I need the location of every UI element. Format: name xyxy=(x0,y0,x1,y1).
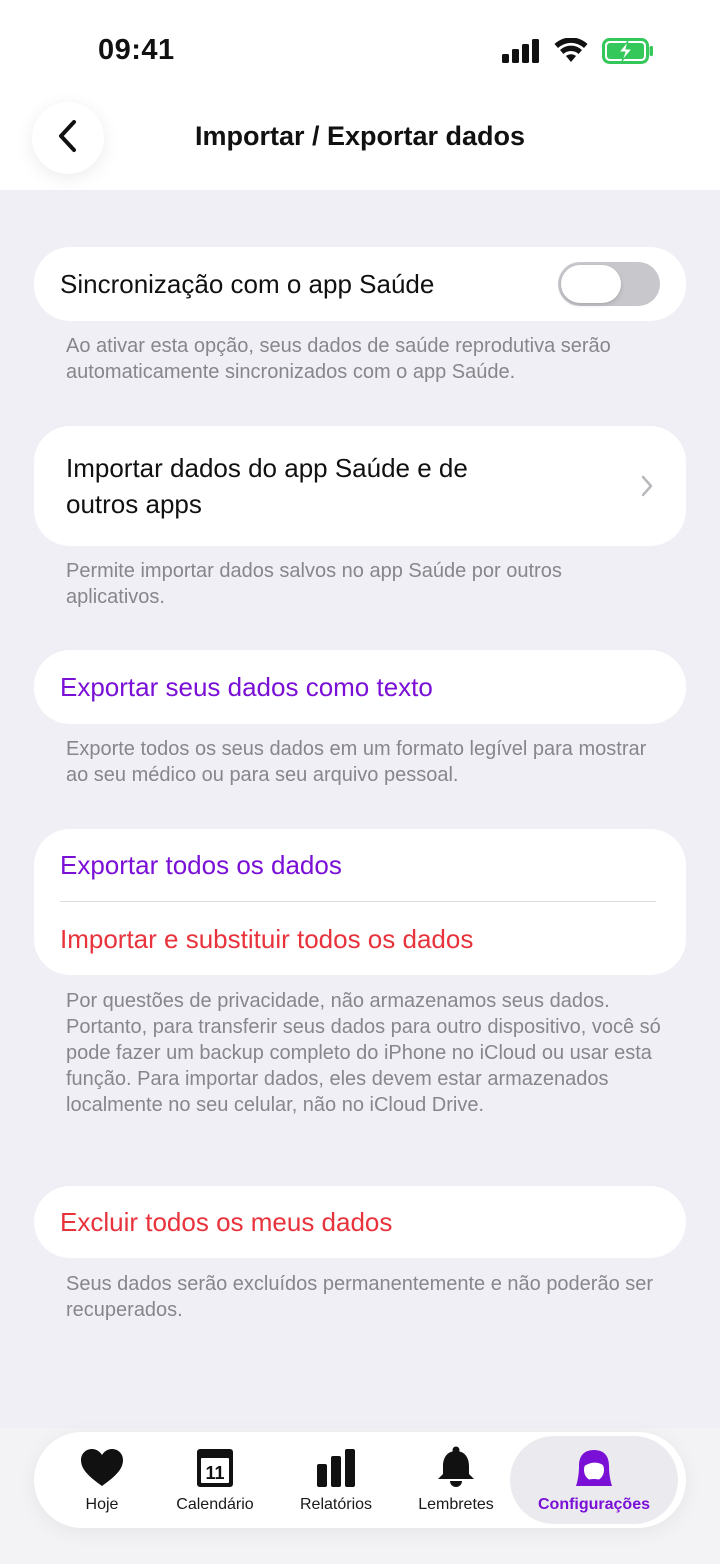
tab-lembretes[interactable]: Lembretes xyxy=(406,1432,506,1528)
import-health-row[interactable]: Importar dados do app Saúde e de outros … xyxy=(34,426,686,546)
tab-hoje[interactable]: Hoje xyxy=(54,1432,150,1528)
heart-icon xyxy=(80,1446,124,1488)
tab-calendario-label: Calendário xyxy=(176,1496,254,1513)
tab-hoje-label: Hoje xyxy=(85,1496,119,1513)
tab-calendario[interactable]: 11 Calendário xyxy=(160,1432,270,1528)
page-title: Importar / Exportar dados xyxy=(194,121,526,151)
import-health-note: Permite importar dados salvos no app Saú… xyxy=(66,560,562,608)
calendar-icon: 11 xyxy=(196,1446,234,1488)
tab-configuracoes[interactable]: Configurações xyxy=(510,1436,678,1524)
export-text-label: Exportar seus dados como texto xyxy=(60,672,433,702)
delete-all-label: Excluir todos os meus dados xyxy=(60,1207,393,1237)
tab-relatorios-label: Relatórios xyxy=(299,1496,373,1513)
tab-bar: Hoje 11 Calendário Relatórios Lembretes … xyxy=(34,1432,686,1528)
cellular-signal-icon xyxy=(502,39,540,68)
health-sync-row: Sincronização com o app Saúde xyxy=(34,247,686,321)
export-text-note: Exporte todos os seus dados em um format… xyxy=(66,738,647,786)
import-health-label: Importar dados do app Saúde e de outros … xyxy=(66,450,468,522)
toggle-knob xyxy=(561,265,621,303)
tab-relatorios[interactable]: Relatórios xyxy=(284,1432,388,1528)
calendar-day: 11 xyxy=(205,1463,224,1483)
status-icons xyxy=(502,37,654,69)
import-health-label-line2: outros apps xyxy=(66,489,202,519)
wifi-icon xyxy=(554,37,588,69)
profile-icon xyxy=(574,1446,614,1488)
health-sync-toggle[interactable] xyxy=(558,262,660,306)
tab-lembretes-label: Lembretes xyxy=(418,1496,494,1513)
import-health-label-line1: Importar dados do app Saúde e de xyxy=(66,453,468,483)
export-all-label: Exportar todos os dados xyxy=(60,850,342,880)
delete-all-row[interactable]: Excluir todos os meus dados xyxy=(34,1186,686,1258)
health-sync-note: Ao ativar esta opção, seus dados de saúd… xyxy=(66,335,611,383)
top-bar: 09:41 Importar / Exportar dados xyxy=(0,0,720,190)
export-import-card: Exportar todos os dados Importar e subst… xyxy=(34,829,686,975)
export-all-row[interactable]: Exportar todos os dados xyxy=(34,829,686,901)
import-replace-row[interactable]: Importar e substituir todos os dados xyxy=(34,902,686,975)
bar-chart-icon xyxy=(316,1446,356,1488)
chevron-right-icon xyxy=(640,474,654,503)
health-sync-label: Sincronização com o app Saúde xyxy=(60,269,435,299)
battery-charging-icon xyxy=(602,38,654,69)
tab-configuracoes-label: Configurações xyxy=(537,1496,650,1513)
import-replace-label: Importar e substituir todos os dados xyxy=(60,924,474,954)
export-text-row[interactable]: Exportar seus dados como texto xyxy=(34,650,686,724)
export-import-note: Por questões de privacidade, não armazen… xyxy=(66,990,661,1116)
status-time: 09:41 xyxy=(98,34,175,66)
delete-all-note: Seus dados serão excluídos permanentemen… xyxy=(66,1273,654,1321)
bell-icon xyxy=(436,1446,476,1488)
